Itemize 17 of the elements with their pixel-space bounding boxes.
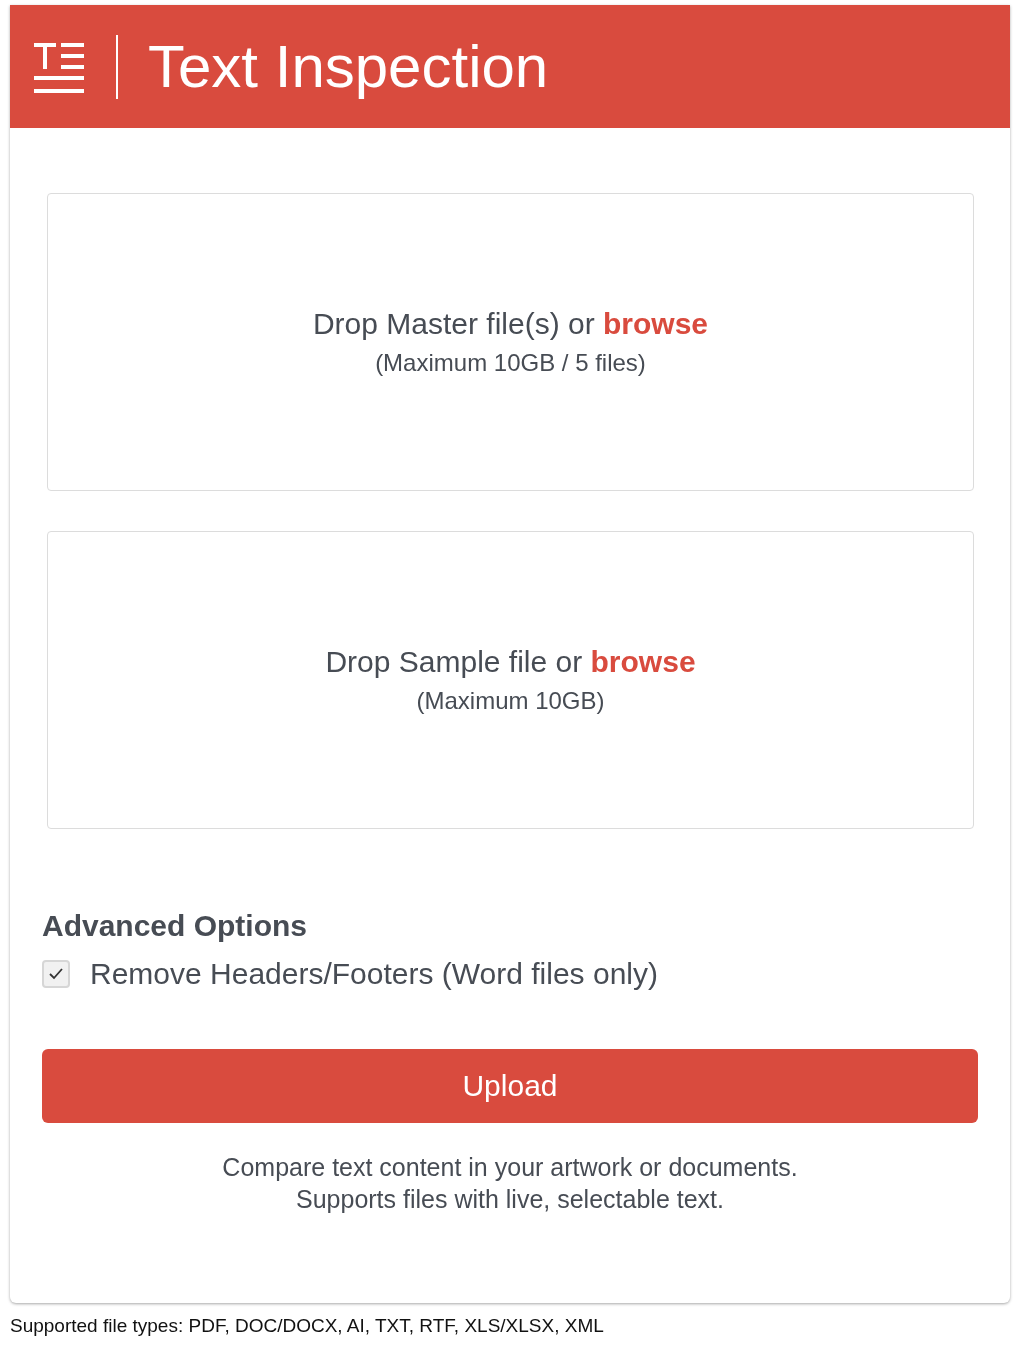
checkbox[interactable]	[42, 960, 70, 988]
footer-note: Supported file types: PDF, DOC/DOCX, AI, TXT, RTF, XLS/XLSX, XML	[10, 1315, 605, 1337]
browse-link[interactable]: browse	[590, 645, 696, 678]
drop-zone[interactable]: Drop Sample file or browse (Maximum 10GB)	[47, 531, 974, 829]
size-limit: (Maximum 10GB)	[416, 687, 605, 715]
upload-button[interactable]: Upload	[42, 1049, 978, 1123]
drop-zone[interactable]: Drop Master file(s) or browse (Maximum 10GB / 5 files)	[47, 193, 974, 491]
app-title: Text Inspection	[148, 36, 549, 97]
drop-prompt: Drop Sample file or	[325, 645, 584, 678]
browse-link[interactable]: browse	[603, 307, 709, 340]
description-text: Compare text content in your artwork or documents.	[221, 1152, 799, 1183]
size-limit: (Maximum 10GB / 5 files)	[375, 349, 646, 377]
section-title: Advanced Options	[42, 909, 309, 943]
logo-icon	[34, 42, 84, 93]
description-text: Supports files with live, selectable text.	[295, 1184, 725, 1215]
drop-prompt: Drop Master file(s) or	[312, 307, 596, 340]
checkbox-label: Remove Headers/Footers (Word files only)	[90, 957, 658, 991]
